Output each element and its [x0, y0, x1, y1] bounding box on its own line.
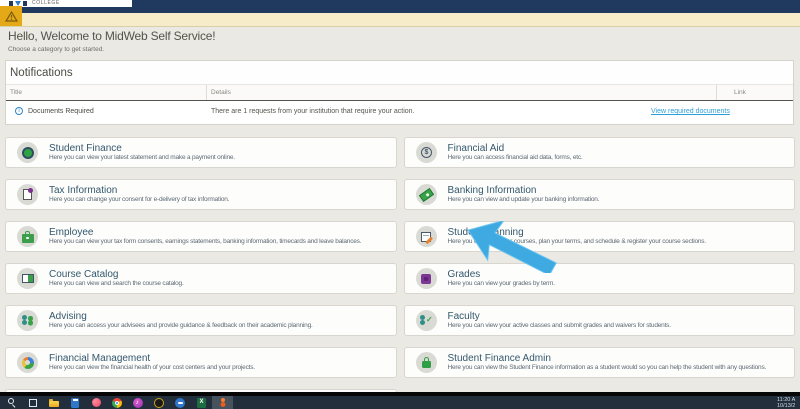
card-description: Here you can view your grades by term. — [447, 280, 555, 287]
category-card-financial-management[interactable]: Financial Management Here you can view th… — [5, 347, 397, 378]
category-card-advising[interactable]: Advising Here you can access your advisee… — [5, 305, 397, 336]
column-divider — [716, 85, 717, 100]
card-title: Faculty — [447, 311, 480, 322]
card-description: Here you can access financial aid data, … — [447, 154, 583, 161]
card-description: Here you can view your latest statement … — [49, 154, 235, 161]
card-description: Here you can view and update your bankin… — [447, 196, 600, 203]
notification-details: There are 1 requests from your instituti… — [211, 108, 415, 115]
card-description: Here you can search for courses, plan yo… — [447, 238, 706, 245]
card-title: Advising — [49, 311, 87, 322]
people-icon — [17, 310, 38, 331]
category-card-grades[interactable]: Grades Here you can view your grades by t… — [403, 263, 795, 294]
planning-icon — [415, 226, 437, 247]
card-title: Employee — [49, 227, 94, 238]
taskbar-clock[interactable]: 11:20 A 10/13/2 — [777, 397, 800, 409]
card-title: Grades — [447, 269, 481, 280]
category-card-student-finance-admin[interactable]: Student Finance Admin Here you can view t… — [403, 347, 795, 378]
excel-icon[interactable] — [191, 396, 212, 409]
card-title: Student Planning — [447, 227, 524, 238]
card-title: Tax Information — [49, 185, 118, 196]
notifications-title: Notifications — [10, 67, 73, 79]
file-explorer-icon[interactable] — [44, 396, 65, 409]
tax-document-icon — [17, 184, 38, 205]
greeting-section: Hello, Welcome to MidWeb Self Service! C… — [8, 29, 216, 53]
card-grid: Student Finance Here you can view your la… — [5, 137, 795, 409]
card-description: Here you can access your advisees and pr… — [49, 322, 313, 329]
chrome-icon[interactable] — [107, 396, 128, 409]
logo-text: COLLEGE — [32, 0, 60, 6]
card-description: Here you can view your tax form consents… — [49, 238, 362, 245]
banknote-icon — [415, 184, 437, 205]
search-icon[interactable] — [2, 396, 23, 409]
info-icon — [15, 107, 23, 115]
view-required-documents-link[interactable]: View required documents — [651, 108, 730, 115]
category-card-course-catalog[interactable]: Course Catalog Here you can view and sear… — [5, 263, 397, 294]
category-card-student-finance[interactable]: Student Finance Here you can view your la… — [5, 137, 397, 168]
self-service-screen: COLLEGE Hello, Welcome to MidWeb Self Se… — [0, 0, 800, 409]
column-header-title: Title — [10, 89, 23, 96]
page-subtitle: Choose a category to get started. — [8, 46, 105, 53]
card-description: Here you can change your consent for e-d… — [49, 196, 230, 203]
faculty-icon — [415, 310, 437, 331]
music-icon[interactable] — [128, 396, 149, 409]
alert-banner — [0, 13, 800, 27]
category-card-faculty[interactable]: FacultyHere you can view your active cla… — [403, 305, 795, 336]
notifications-panel: Notifications Title Details Link Documen… — [5, 60, 794, 125]
card-description: Here you can view the Student Finance in… — [447, 364, 767, 371]
notification-row: Documents Required There are 1 requests … — [6, 101, 793, 122]
task-view-icon[interactable] — [23, 396, 44, 409]
card-title: Financial Management — [49, 353, 151, 364]
notification-title: Documents Required — [28, 108, 94, 115]
card-title: Financial Aid — [447, 143, 505, 154]
notifications-table-header: Title Details Link — [6, 84, 793, 101]
card-title: Student Finance Admin — [447, 353, 551, 364]
column-divider — [206, 85, 207, 100]
warning-triangle-icon[interactable] — [0, 6, 22, 26]
card-title: Course Catalog — [49, 269, 119, 280]
clock-date: 10/13/2 — [777, 402, 796, 409]
coin-icon — [17, 142, 38, 163]
category-card-banking-information[interactable]: Banking Information Here you can view and… — [403, 179, 795, 210]
category-card-employee[interactable]: Employee Here you can view your tax form … — [5, 221, 397, 252]
card-description: Here you can view the financial health o… — [49, 364, 255, 371]
book-icon — [17, 268, 38, 289]
column-header-link: Link — [734, 89, 746, 96]
briefcase-icon — [17, 226, 38, 247]
calculator-icon[interactable] — [65, 396, 86, 409]
card-description: Here you can view your active classes an… — [447, 322, 671, 329]
grades-icon — [415, 268, 437, 289]
emblem-icon[interactable] — [149, 396, 170, 409]
admin-icon — [415, 352, 437, 373]
card-title: Student Finance — [49, 143, 122, 154]
page-title: Hello, Welcome to MidWeb Self Service! — [8, 29, 216, 43]
logo-mark-icon — [23, 1, 27, 6]
card-description: Here you can view and search the course … — [49, 280, 184, 287]
card-title: Banking Information — [447, 185, 537, 196]
column-header-details: Details — [211, 89, 231, 96]
pie-chart-icon — [17, 352, 38, 373]
taskbar[interactable] — [0, 396, 800, 409]
dollar-circle-icon — [415, 142, 437, 163]
category-card-financial-aid[interactable]: Financial AidHere you can access financi… — [403, 137, 795, 168]
category-card-tax-information[interactable]: Tax Information Here you can change your … — [5, 179, 397, 210]
onedrive-icon[interactable] — [170, 396, 191, 409]
photos-icon[interactable] — [86, 396, 107, 409]
active-app-icon[interactable] — [212, 396, 233, 409]
category-card-student-planning[interactable]: Student Planning Here you can search for … — [403, 221, 795, 252]
